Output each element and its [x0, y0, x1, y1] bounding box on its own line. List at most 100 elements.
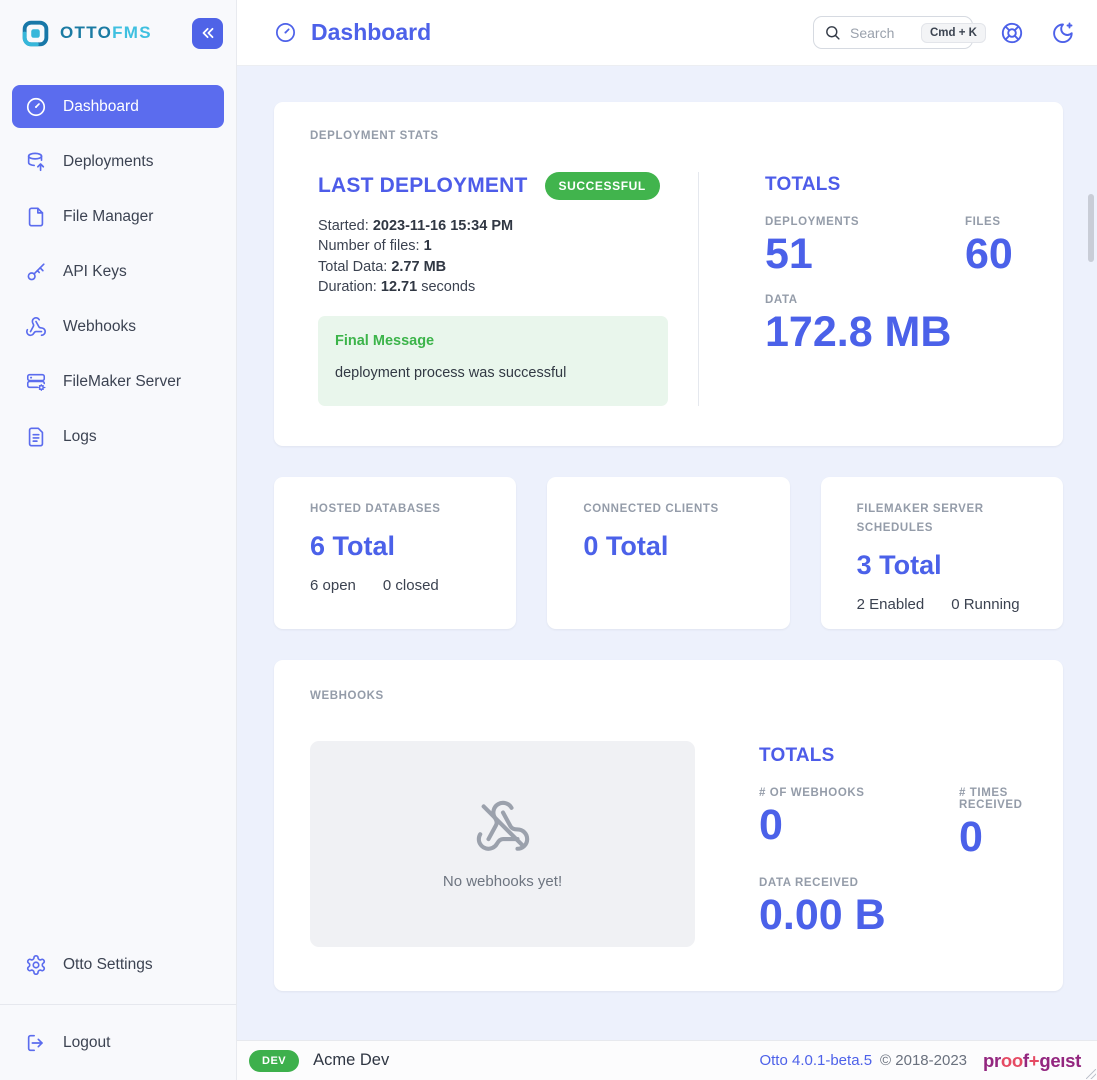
brand-logo[interactable]: OTTOFMS [20, 18, 152, 49]
server-gear-icon [25, 371, 47, 393]
sidebar-item-label: API Keys [63, 263, 127, 281]
sidebar-spacer [0, 470, 236, 943]
webhooks-totals-title: TOTALS [759, 745, 1027, 767]
stat-times-received: # TIMES RECEIVED 0 [959, 787, 1027, 860]
sidebar-logout-section: Logout [0, 1004, 236, 1080]
deployment-stats-body: LAST DEPLOYMENT SUCCESSFUL Started: 2023… [310, 172, 1027, 406]
sidebar-item-webhooks[interactable]: Webhooks [12, 305, 224, 348]
connected-clients-card: CONNECTED CLIENTS 0 Total [547, 477, 789, 629]
summary-cards-row: HOSTED DATABASES 6 Total 6 open 0 closed… [274, 477, 1063, 629]
search-input[interactable] [848, 24, 914, 42]
schedules-running-count: 0 Running [951, 596, 1019, 613]
gear-icon [25, 954, 47, 976]
sidebar-item-api-keys[interactable]: API Keys [12, 250, 224, 293]
detail-total-data: Total Data: 2.77 MB [318, 257, 698, 278]
sidebar-item-label: Otto Settings [63, 956, 153, 974]
databases-open-count: 6 open [310, 577, 356, 594]
sidebar-item-label: FileMaker Server [63, 373, 181, 391]
schedules-total: 3 Total [857, 550, 1027, 581]
environment-badge: DEV [249, 1050, 299, 1072]
header: Dashboard Cmd + K [237, 0, 1097, 66]
brand-text: OTTOFMS [60, 23, 152, 43]
stat-deployments: DEPLOYMENTS 51 [765, 216, 965, 277]
sidebar-item-label: Logs [63, 428, 97, 446]
scrollbar-thumb[interactable] [1088, 194, 1094, 262]
resize-grip[interactable] [1086, 1069, 1096, 1079]
detail-started: Started: 2023-11-16 15:34 PM [318, 216, 698, 237]
gauge-icon [25, 96, 47, 118]
sidebar-item-deployments[interactable]: Deployments [12, 140, 224, 183]
search-icon [824, 24, 841, 41]
webhooks-label: WEBHOOKS [310, 687, 1027, 706]
stat-data: DATA 172.8 MB [765, 294, 1027, 355]
ottofms-logo-icon [20, 18, 51, 49]
sidebar-collapse-button[interactable] [192, 18, 223, 49]
sidebar-item-file-manager[interactable]: File Manager [12, 195, 224, 238]
server-name: Acme Dev [313, 1051, 389, 1070]
database-upload-icon [25, 151, 47, 173]
sidebar-item-label: Logout [63, 1034, 110, 1052]
final-message-title: Final Message [335, 333, 651, 349]
proof-geist-logo: proof+geıst [983, 1050, 1081, 1072]
file-text-icon [25, 426, 47, 448]
last-deployment-panel: LAST DEPLOYMENT SUCCESSFUL Started: 2023… [318, 172, 698, 406]
webhooks-empty-message: No webhooks yet! [443, 873, 562, 890]
sidebar-item-label: Dashboard [63, 98, 139, 116]
version-link[interactable]: Otto 4.0.1-beta.5 [759, 1052, 872, 1069]
deployment-stats-card: DEPLOYMENT STATS LAST DEPLOYMENT SUCCESS… [274, 102, 1063, 446]
webhooks-totals-panel: TOTALS # OF WEBHOOKS 0 # TIMES RECEIVED … [695, 741, 1027, 947]
key-icon [25, 261, 47, 283]
webhooks-card: WEBHOOKS No webhooks yet! [274, 660, 1063, 991]
sidebar-item-dashboard[interactable]: Dashboard [12, 85, 224, 128]
fms-schedules-card: FILEMAKER SERVER SCHEDULES 3 Total 2 Ena… [821, 477, 1063, 629]
sidebar-settings-wrap: Otto Settings [0, 943, 236, 1004]
sidebar-item-label: File Manager [63, 208, 153, 226]
deployment-details: Started: 2023-11-16 15:34 PM Number of f… [318, 216, 698, 298]
stat-data-received: DATA RECEIVED 0.00 B [759, 877, 1027, 938]
deployment-stats-label: DEPLOYMENT STATS [310, 127, 1027, 146]
dashboard-gauge-icon [274, 21, 297, 44]
databases-closed-count: 0 closed [383, 577, 439, 594]
schedules-enabled-count: 2 Enabled [857, 596, 925, 613]
deployment-totals-panel: TOTALS DEPLOYMENTS 51 FILES 60 D [699, 172, 1027, 406]
connected-clients-total: 0 Total [583, 531, 753, 562]
detail-number-of-files: Number of files: 1 [318, 236, 698, 257]
logout-icon [25, 1032, 47, 1054]
sidebar-item-logs[interactable]: Logs [12, 415, 224, 458]
stat-webhook-count: # OF WEBHOOKS 0 [759, 787, 959, 860]
dark-mode-toggle[interactable] [1051, 21, 1075, 45]
sidebar-item-otto-settings[interactable]: Otto Settings [12, 943, 224, 986]
dashboard-content: DEPLOYMENT STATS LAST DEPLOYMENT SUCCESS… [237, 66, 1097, 1040]
sidebar-item-logout[interactable]: Logout [12, 1021, 224, 1064]
search-box[interactable]: Cmd + K [813, 16, 973, 49]
brand-row: OTTOFMS [0, 0, 236, 66]
final-message-text: deployment process was successful [335, 365, 651, 381]
page-title-row: Dashboard [274, 19, 431, 46]
footer: DEV Acme Dev Otto 4.0.1-beta.5 © 2018-20… [237, 1040, 1097, 1080]
main-area: Dashboard Cmd + K [237, 0, 1097, 1080]
totals-title: TOTALS [765, 174, 1027, 196]
sidebar-item-label: Deployments [63, 153, 153, 171]
stat-files: FILES 60 [965, 216, 1027, 277]
sidebar: OTTOFMS Dashboard [0, 0, 237, 1080]
webhook-icon [25, 316, 47, 338]
lifebuoy-icon [1000, 21, 1024, 45]
webhooks-empty-state: No webhooks yet! [310, 741, 695, 947]
sidebar-item-filemaker-server[interactable]: FileMaker Server [12, 360, 224, 403]
app-window: OTTOFMS Dashboard [0, 0, 1097, 1080]
page-title: Dashboard [311, 19, 431, 46]
copyright-text: © 2018-2023 [880, 1052, 967, 1069]
webhook-off-icon [474, 798, 532, 856]
chevrons-left-icon [199, 24, 217, 42]
sidebar-nav: Dashboard Deployments [0, 66, 236, 470]
last-deployment-title: LAST DEPLOYMENT [318, 174, 528, 198]
moon-star-icon [1051, 21, 1075, 45]
help-button[interactable] [1000, 21, 1024, 45]
hosted-databases-total: 6 Total [310, 531, 480, 562]
hosted-databases-card: HOSTED DATABASES 6 Total 6 open 0 closed [274, 477, 516, 629]
file-icon [25, 206, 47, 228]
sidebar-item-label: Webhooks [63, 318, 136, 336]
header-actions: Cmd + K [813, 16, 1075, 49]
detail-duration: Duration: 12.71 seconds [318, 277, 698, 298]
final-message-box: Final Message deployment process was suc… [318, 316, 668, 406]
